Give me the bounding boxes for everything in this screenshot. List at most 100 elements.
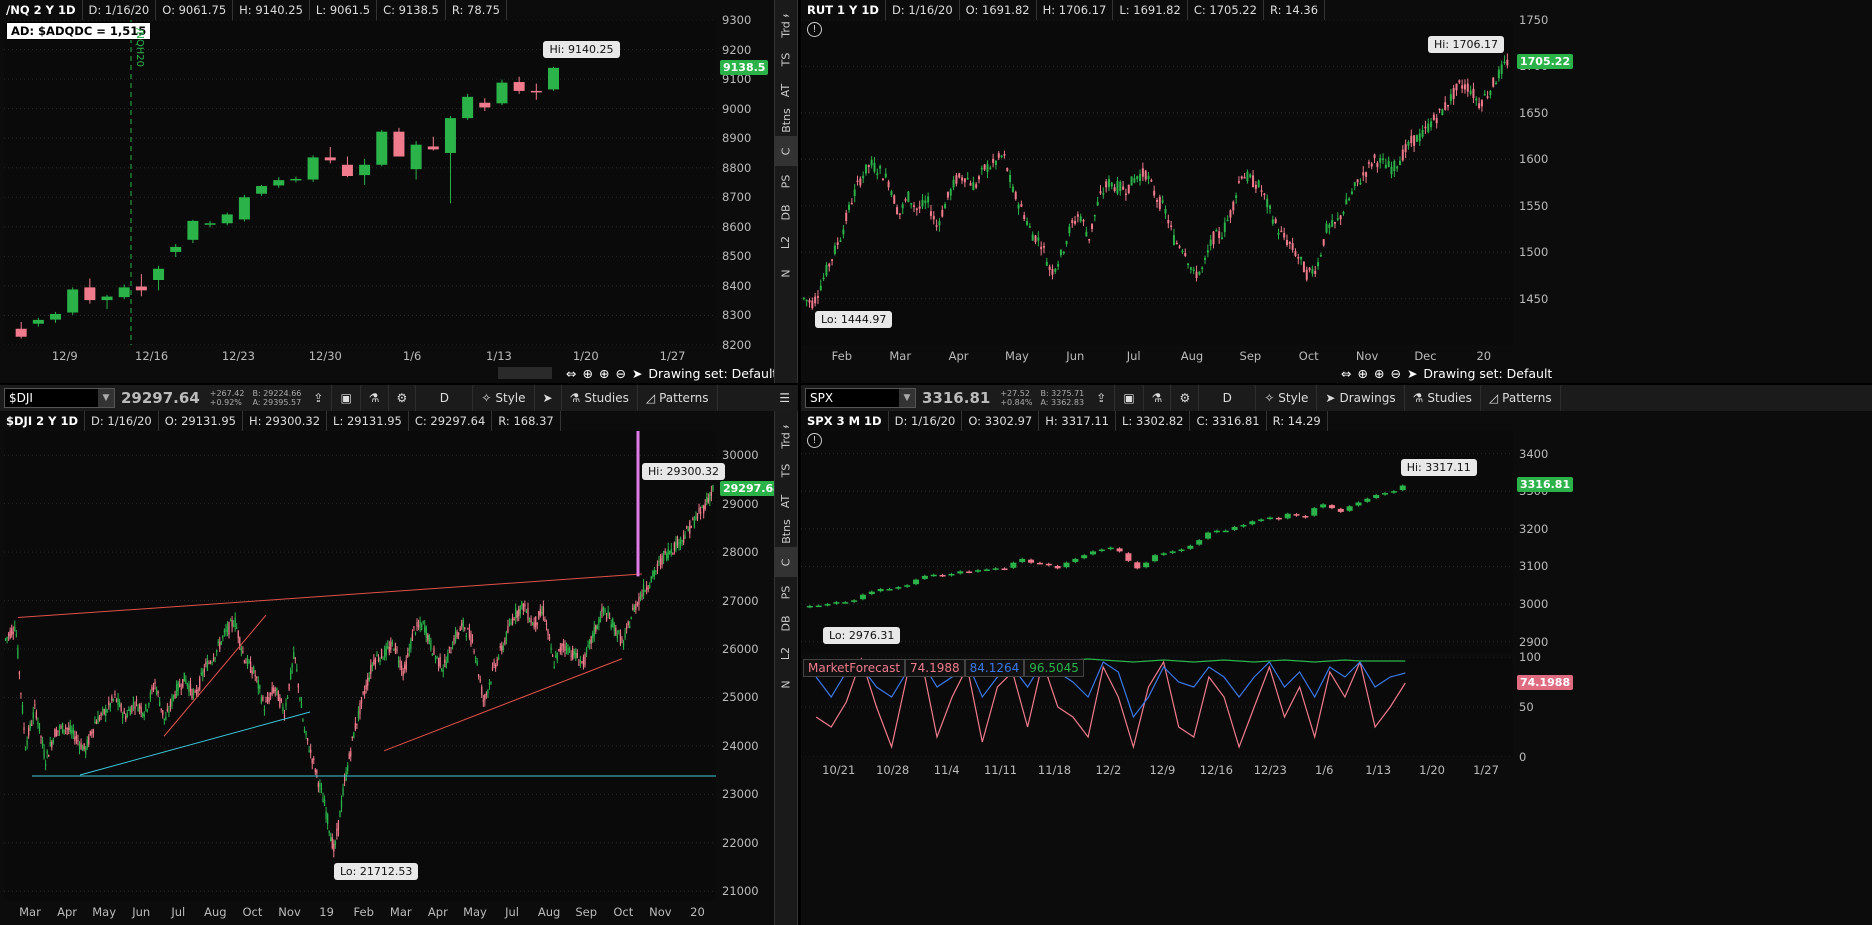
side-tab-l2[interactable]: L2 (775, 639, 797, 669)
chevron-down-icon[interactable]: ▼ (899, 389, 915, 407)
side-tab-db[interactable]: DB (775, 608, 797, 638)
candle-body (842, 602, 849, 604)
zoom-out-icon[interactable]: ⊖ (615, 366, 625, 381)
zoom-in-icon[interactable]: ⊕ (1374, 366, 1384, 381)
dji-cursor-button[interactable]: ➤ (535, 385, 562, 411)
candle-body (1000, 155, 1003, 158)
dji-studies-button[interactable]: ⚗ Studies (562, 385, 638, 411)
spx-period[interactable]: D (1199, 385, 1257, 411)
candle-body (1218, 231, 1221, 238)
side-tab-ts[interactable]: TS (775, 456, 797, 486)
info-icon[interactable]: ! (807, 22, 822, 37)
share-icon[interactable]: ⇪ (1088, 385, 1116, 411)
side-tab-n[interactable]: N (775, 258, 797, 288)
zoom-out-icon[interactable]: ⊖ (1390, 366, 1400, 381)
candle-body (499, 646, 501, 648)
side-tab-trd[interactable]: Trd (775, 425, 797, 455)
candle-body (57, 730, 59, 732)
candle-body (607, 611, 609, 616)
candle-body (913, 579, 920, 585)
rut-x-tick: Apr (948, 349, 969, 363)
cursor-icon[interactable]: ➤ (1407, 366, 1417, 381)
info-icon[interactable]: ! (807, 433, 822, 448)
side-tab-btns[interactable]: Btns (775, 517, 797, 547)
cursor-icon[interactable]: ➤ (632, 366, 642, 381)
candle-body (382, 658, 384, 660)
candle-body (961, 177, 964, 181)
nq-drawing-set[interactable]: Drawing set: Default (648, 366, 777, 381)
side-tab-l2[interactable]: L2 (775, 228, 797, 258)
candle-body (95, 721, 98, 724)
candle-body (1350, 191, 1353, 194)
spx-studies-button[interactable]: ⚗ Studies (1405, 385, 1481, 411)
gear-icon[interactable]: ⚙ (1171, 385, 1200, 411)
dji-period[interactable]: D (416, 385, 474, 411)
candle-body (203, 668, 205, 673)
rut-chart[interactable] (801, 20, 1513, 345)
candle-body (1413, 135, 1416, 146)
candle-body (308, 750, 310, 753)
side-tab-at[interactable]: AT (775, 486, 797, 516)
spx-drawings-button[interactable]: ➤ Drawings (1317, 385, 1405, 411)
dji-chart[interactable] (4, 431, 716, 901)
candle-body (1353, 182, 1356, 187)
dji-bid-ask: B: 29224.66 A: 29395.57 (252, 389, 302, 407)
side-tab-n[interactable]: N (775, 669, 797, 699)
crosshair-icon[interactable]: ⊕ (1357, 366, 1367, 381)
candle-body (678, 542, 680, 548)
candle-body (662, 551, 665, 561)
side-tab-c[interactable]: C (775, 136, 797, 166)
candle-body (49, 742, 51, 746)
rut-symbol[interactable]: RUT 1 Y 1D (801, 0, 886, 20)
pan-icon[interactable]: ⇔ (1341, 366, 1351, 381)
gear-icon[interactable]: ⚙ (389, 385, 417, 411)
candle-body (624, 633, 626, 638)
side-tab-at[interactable]: AT (775, 75, 797, 105)
dji-patterns-button[interactable]: ◿ Patterns (638, 385, 718, 411)
spx-y-tick: 2900 (1519, 634, 1549, 649)
candle-body (416, 622, 418, 627)
flask-icon[interactable]: ⚗ (1144, 385, 1172, 411)
spx-patterns-button[interactable]: ◿ Patterns (1481, 385, 1561, 411)
candle-body (85, 747, 87, 754)
grid-icon[interactable]: ▣ (332, 385, 361, 411)
spx-info-symbol[interactable]: SPX 3 M 1D (801, 411, 889, 431)
side-tab-ps[interactable]: PS (775, 578, 797, 608)
chevron-down-icon[interactable]: ▼ (98, 389, 114, 407)
dji-style-button[interactable]: ✧ Style (473, 385, 535, 411)
candle-body (630, 617, 632, 620)
nq-chart[interactable] (4, 20, 716, 345)
candle-body (14, 626, 16, 631)
share-icon[interactable]: ⇪ (305, 385, 333, 411)
candle-body (445, 661, 447, 668)
nq-low: L: 9061.5 (310, 0, 378, 20)
side-tab-ts[interactable]: TS (775, 45, 797, 75)
side-tab-c[interactable]: C (775, 547, 797, 577)
spx-style-button[interactable]: ✧ Style (1256, 385, 1318, 411)
candle-body (493, 661, 495, 666)
grid-icon[interactable]: ▣ (1115, 385, 1144, 411)
candle-body (135, 699, 138, 701)
side-tab-db[interactable]: DB (775, 197, 797, 227)
zoom-in-icon[interactable]: ⊕ (599, 366, 609, 381)
candle-body (414, 632, 417, 634)
candle-body (1346, 506, 1353, 511)
candle-body (17, 647, 19, 658)
side-tab-trd[interactable]: Trd (775, 14, 797, 44)
candle-body (1151, 555, 1158, 562)
flask-icon[interactable]: ⚗ (361, 385, 389, 411)
spx-symbol-input[interactable]: SPX ▼ (805, 388, 916, 408)
menu-icon[interactable]: ☰ (771, 385, 798, 411)
candle-body (259, 685, 261, 689)
pan-icon[interactable]: ⇔ (566, 366, 576, 381)
side-tab-ps[interactable]: PS (775, 167, 797, 197)
dji-symbol-input[interactable]: $DJI ▼ (4, 388, 115, 408)
side-tab-btns[interactable]: Btns (775, 106, 797, 136)
candle-body (555, 655, 557, 658)
candle-body (989, 167, 992, 170)
nq-symbol[interactable]: /NQ 2 Y 1D (0, 0, 83, 20)
rut-drawing-set[interactable]: Drawing set: Default (1423, 366, 1552, 381)
crosshair-icon[interactable]: ⊕ (582, 366, 592, 381)
nq-scrollbar[interactable] (498, 367, 552, 379)
dji-info-symbol[interactable]: $DJI 2 Y 1D (0, 411, 85, 431)
